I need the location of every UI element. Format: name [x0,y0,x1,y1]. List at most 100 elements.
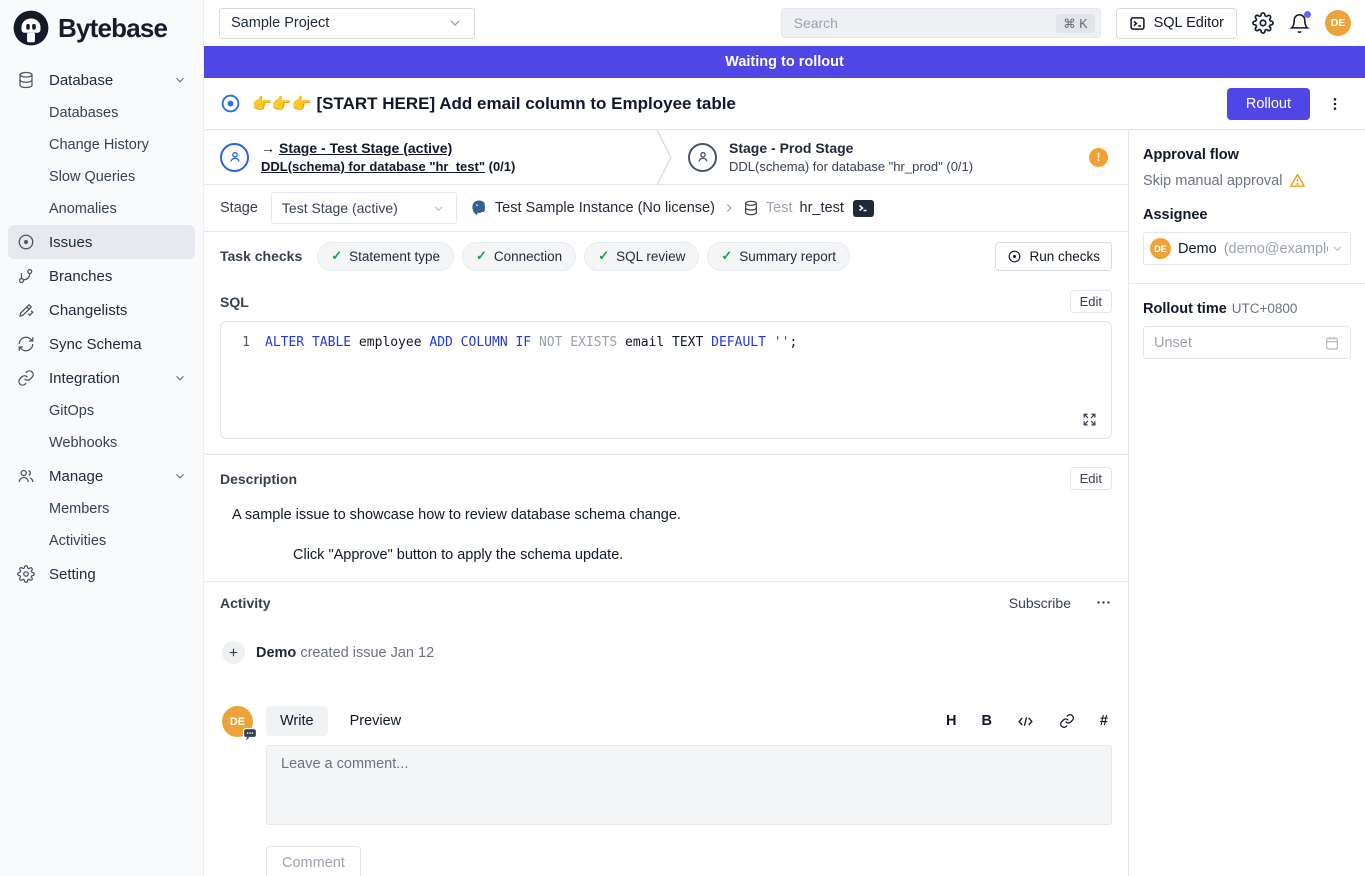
sql-token: NOT EXISTS [539,335,617,350]
open-sql-editor-icon[interactable] [853,200,874,217]
sidebar-item-members[interactable]: Members [8,493,195,525]
task-checks-label: Task checks [220,248,302,264]
assignee-select[interactable]: DE Demo (demo@example [1143,232,1351,265]
sidebar-item-label: Sync Schema [49,336,142,353]
sidebar-item-manage[interactable]: Manage [8,459,195,493]
more-menu-ellipsis-icon[interactable] [1095,594,1112,611]
task-check-statement-type[interactable]: ✓Statement type [317,242,454,271]
sidebar-item-databases[interactable]: Databases [8,97,195,129]
more-menu-kebab-icon[interactable] [1321,95,1349,113]
stage-test[interactable]: →Stage - Test Stage (active) DDL(schema)… [204,130,656,184]
user-avatar[interactable]: DE [1325,10,1351,36]
sidebar-item-database[interactable]: Database [8,63,195,97]
postgresql-icon [470,199,488,217]
subscribe-button[interactable]: Subscribe [1009,595,1071,611]
sql-code-editor[interactable]: 1ALTER TABLE employee ADD COLUMN IF NOT … [220,321,1112,439]
run-checks-button[interactable]: Run checks [995,242,1112,271]
issue-detail-panel: →Stage - Test Stage (active) DDL(schema)… [204,130,1128,876]
comment-tabs: Write Preview H B [266,706,1112,736]
activity-log-item: Demo created issue Jan 12 [222,641,1112,664]
gear-icon [16,564,36,584]
database-breadcrumb: Test Sample Instance (No license) Test h… [470,199,874,217]
rollout-button[interactable]: Rollout [1227,88,1310,120]
stage-person-icon [688,143,717,172]
rollout-time-label: Rollout timeUTC+0800 [1143,301,1351,317]
task-check-summary-report[interactable]: ✓Summary report [707,242,850,271]
sql-token: '' [774,335,790,350]
sql-token [531,335,539,350]
sidebar-item-label: Manage [49,468,103,485]
sql-section: SQL Edit 1ALTER TABLE employee ADD COLUM… [204,280,1128,439]
top-bar: Sample Project Search ⌘ K SQL Editor DE [204,0,1365,46]
instance-name[interactable]: Test Sample Instance (No license) [495,200,715,216]
sidebar-nav: Database Databases Change History Slow Q… [0,63,203,591]
issue-icon [16,232,36,252]
sidebar-item-sync-schema[interactable]: Sync Schema [8,327,195,361]
tab-preview[interactable]: Preview [336,706,416,736]
description-edit-button[interactable]: Edit [1070,467,1112,490]
hash-icon[interactable]: # [1100,713,1108,729]
activity-section: Activity Subscribe Demo created issue Ja… [204,581,1128,876]
expand-fullscreen-icon[interactable] [1082,412,1097,427]
check-icon: ✓ [331,248,342,264]
stage-task: DDL(schema) for database "hr_test" (0/1) [261,159,515,174]
project-select[interactable]: Sample Project [219,8,475,39]
bold-icon[interactable]: B [981,713,991,729]
comment-submit-button[interactable]: Comment [266,846,361,876]
bytebase-logo[interactable]: Bytebase [0,0,203,63]
sidebar-item-anomalies[interactable]: Anomalies [8,193,195,225]
stage-task: DDL(schema) for database "hr_prod" (0/1) [729,159,973,174]
sql-editor-button[interactable]: SQL Editor [1116,8,1237,39]
task-check-connection[interactable]: ✓Connection [462,242,576,271]
sidebar-item-change-history[interactable]: Change History [8,129,195,161]
assignee-email: (demo@example [1224,241,1328,257]
sidebar-item-integration[interactable]: Integration [8,361,195,395]
sql-token [766,335,774,350]
stage-prod[interactable]: Stage - Prod Stage DDL(schema) for datab… [672,130,987,184]
activity-action: created issue Jan 12 [300,645,434,661]
comment-input[interactable] [266,745,1112,825]
check-icon: ✓ [598,248,609,264]
users-icon [16,466,36,486]
speech-bubble-icon [243,728,257,741]
code-icon[interactable] [1017,713,1034,730]
sidebar-item-changelists[interactable]: Changelists [8,293,195,327]
sidebar-item-label: Changelists [49,302,127,319]
check-icon: ✓ [476,248,487,264]
sidebar-item-gitops[interactable]: GitOps [8,395,195,427]
sql-code-line: 1ALTER TABLE employee ADD COLUMN IF NOT … [221,335,1111,350]
stage-select[interactable]: Test Stage (active) [271,192,457,224]
heading-icon[interactable]: H [946,713,956,729]
sidebar-item-issues[interactable]: Issues [8,225,195,259]
rollout-time-input[interactable]: Unset [1143,326,1351,359]
link-icon [16,368,36,388]
search-input[interactable]: Search ⌘ K [781,8,1101,38]
sidebar-item-activities[interactable]: Activities [8,525,195,557]
task-check-sql-review[interactable]: ✓SQL review [584,242,699,271]
assignee-label: Assignee [1143,207,1351,223]
sidebar-item-setting[interactable]: Setting [8,557,195,591]
chevron-down-icon [1330,241,1345,256]
sidebar-item-branches[interactable]: Branches [8,259,195,293]
sql-edit-button[interactable]: Edit [1070,290,1112,313]
description-line: A sample issue to showcase how to review… [232,507,1112,523]
comment-composer: DE Write Preview H B [222,706,1112,876]
tab-write[interactable]: Write [266,706,328,736]
sidebar-item-webhooks[interactable]: Webhooks [8,427,195,459]
notification-bell-icon[interactable] [1289,13,1310,34]
link-icon[interactable] [1059,713,1075,729]
warning-triangle-icon [1289,172,1306,189]
description-line: Click "Approve" button to apply the sche… [293,547,1112,563]
git-branch-icon [16,266,36,286]
breadcrumb-separator [722,201,736,215]
database-icon [16,70,36,90]
sql-section-title: SQL [220,294,249,310]
database-name[interactable]: hr_test [800,200,844,216]
rollout-timezone: UTC+0800 [1232,301,1298,316]
sql-token: ALTER TABLE [265,335,351,350]
stage-name: Stage - Prod Stage [729,140,853,156]
left-sidebar: Bytebase Database Databases Change Histo… [0,0,204,876]
sidebar-item-slow-queries[interactable]: Slow Queries [8,161,195,193]
settings-gear-icon[interactable] [1252,12,1274,34]
project-select-value: Sample Project [231,15,329,31]
